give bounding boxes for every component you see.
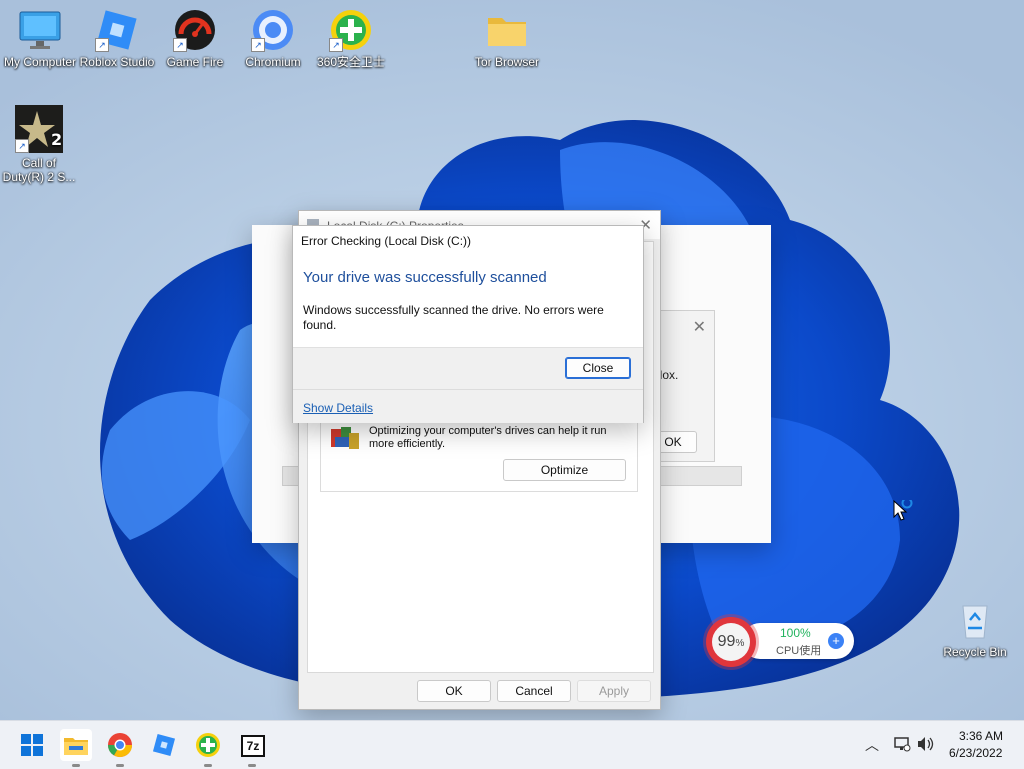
taskbar-roblox-studio[interactable]: [148, 729, 180, 761]
desktop-icon-label: Recycle Bin: [943, 645, 1007, 659]
cancel-button[interactable]: Cancel: [497, 680, 571, 702]
recycle-bin-icon: [953, 598, 997, 642]
shortcut-arrow-icon: ↗: [329, 38, 343, 52]
mouse-pointer-icon: [893, 497, 915, 525]
dialog-button-bar: Close: [293, 347, 643, 390]
game-fire-icon: ↗: [173, 8, 217, 52]
shortcut-arrow-icon: ↗: [173, 38, 187, 52]
taskbar-360-security[interactable]: [192, 729, 224, 767]
roblox-studio-icon: ↗: [95, 8, 139, 52]
error-checking-dialog: Error Checking (Local Disk (C:)) Your dr…: [292, 225, 644, 423]
memory-percent-sign: %: [735, 638, 745, 649]
desktop-icon-chromium[interactable]: ↗ Chromium: [234, 8, 312, 69]
desktop-icon-label: 360安全卫士: [316, 55, 386, 69]
7zip-icon: 7z: [241, 735, 265, 757]
desktop-icon-recycle-bin[interactable]: Recycle Bin: [936, 598, 1014, 659]
desktop-icon-call-of-duty[interactable]: 2 ↗ Call of Duty(R) 2 S...: [0, 105, 78, 184]
desktop-icon-tor-browser[interactable]: Tor Browser: [468, 8, 546, 69]
memory-gauge: 99%: [706, 617, 756, 667]
desktop-icon-label: Chromium: [245, 55, 301, 69]
active-indicator: [116, 764, 124, 767]
file-explorer-icon: [64, 738, 88, 755]
desktop-icon-label: Game Fire: [166, 55, 224, 69]
taskbar: 7z ︿ 3:36 AM 6/23/2022: [0, 720, 1024, 769]
call-of-duty-icon: 2 ↗: [15, 105, 63, 153]
shortcut-arrow-icon: ↗: [95, 38, 109, 52]
desktop-icon-my-computer[interactable]: My Computer: [1, 8, 79, 69]
dialog-footer: Show Details: [293, 389, 643, 423]
taskbar-chromium[interactable]: [104, 729, 136, 767]
active-indicator: [248, 764, 256, 767]
ok-button[interactable]: OK: [417, 680, 491, 702]
active-indicator: [72, 764, 80, 767]
volume-icon[interactable]: [916, 735, 936, 756]
shortcut-arrow-icon: ↗: [251, 38, 265, 52]
desktop-icon-game-fire[interactable]: ↗ Game Fire: [156, 8, 234, 69]
chromium-icon: [108, 733, 132, 758]
cpu-usage-widget[interactable]: 99% 100% CPU使用 +: [706, 617, 854, 667]
close-icon[interactable]: ✕: [693, 317, 706, 337]
shortcut-arrow-icon: ↗: [15, 139, 29, 153]
dialog-heading: Your drive was successfully scanned: [303, 269, 547, 286]
optimize-text: Optimizing your computer's drives can he…: [369, 425, 607, 450]
dialog-title: Error Checking (Local Disk (C:)): [301, 234, 472, 248]
network-icon[interactable]: [893, 735, 911, 756]
roblox-studio-icon: [152, 733, 176, 757]
defrag-icon: [329, 423, 361, 456]
optimize-button[interactable]: Optimize: [503, 459, 626, 481]
cpu-value: 100%: [780, 626, 811, 640]
360-security-icon: ↗: [329, 8, 373, 52]
memory-percent: 99: [717, 633, 736, 650]
taskbar-file-explorer[interactable]: [60, 729, 92, 767]
clock-time[interactable]: 3:36 AM: [959, 729, 1003, 743]
show-details-link[interactable]: Show Details: [303, 401, 373, 415]
svg-text:2: 2: [51, 130, 62, 149]
active-indicator: [204, 764, 212, 767]
desktop-icon-label: My Computer: [3, 55, 77, 69]
close-button[interactable]: Close: [565, 357, 631, 379]
desktop-icon-label: Roblox Studio: [79, 55, 155, 69]
apply-button[interactable]: Apply: [577, 680, 651, 702]
monitor-icon: [18, 8, 62, 52]
360-security-icon: [196, 733, 220, 757]
cpu-label: CPU使用: [776, 645, 822, 657]
taskbar-7zip[interactable]: 7z: [236, 729, 268, 767]
expand-plus-icon[interactable]: +: [828, 633, 844, 649]
show-hidden-icons-chevron-icon[interactable]: ︿: [865, 735, 879, 755]
clock-date[interactable]: 6/23/2022: [949, 746, 1002, 760]
desktop-icon-label: Call of Duty(R) 2 S...: [2, 156, 76, 184]
start-button[interactable]: [16, 729, 48, 761]
dialog-message: Windows successfully scanned the drive. …: [303, 303, 604, 332]
desktop-icon-roblox-studio[interactable]: ↗ Roblox Studio: [78, 8, 156, 69]
start-icon: [21, 734, 43, 756]
desktop-icon-360-security[interactable]: ↗ 360安全卫士: [312, 8, 390, 69]
desktop-icon-label: Tor Browser: [474, 55, 539, 69]
folder-icon: [485, 8, 529, 52]
chromium-icon: ↗: [251, 8, 295, 52]
